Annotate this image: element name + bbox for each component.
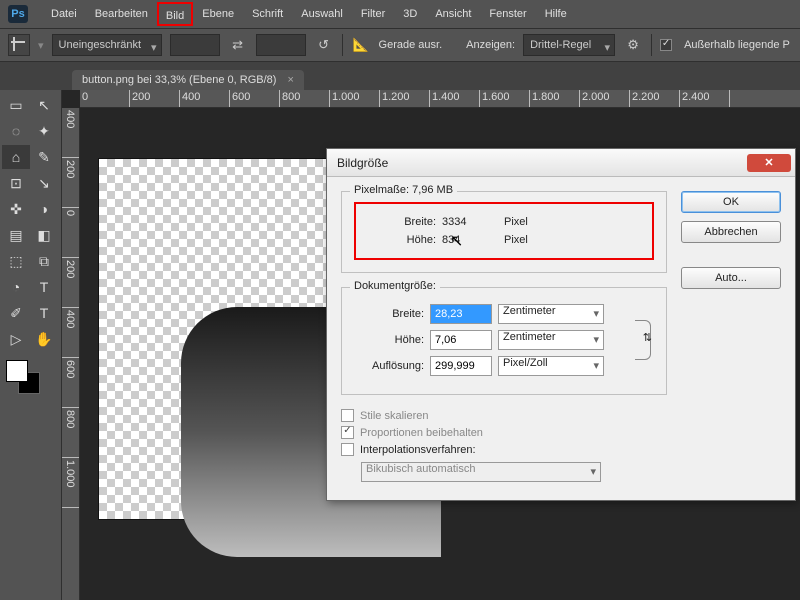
menu-ebene[interactable]: Ebene	[193, 0, 243, 28]
toolbox: ▭ ↖ ◌ ✦ ⌂ ✎ ⊡ ↘ ✜ ◑ ▤ ◧ ⬚ ⧉ ◔ T ✐ T ▷ ✋	[0, 90, 62, 600]
outside-crop-checkbox[interactable]	[660, 39, 672, 51]
clear-icon[interactable]: ↺	[314, 35, 334, 55]
constrain-row: Proportionen beibehalten	[341, 426, 667, 439]
tool-wand[interactable]: ✦	[30, 119, 58, 143]
doc-height-unit-dropdown[interactable]: Zentimeter	[498, 330, 604, 350]
view-label: Anzeigen:	[466, 39, 515, 51]
doc-res-unit-dropdown[interactable]: Pixel/Zoll	[498, 356, 604, 376]
menu-hilfe[interactable]: Hilfe	[536, 0, 576, 28]
document-tab[interactable]: button.png bei 33,3% (Ebene 0, RGB/8) ×	[72, 70, 304, 90]
link-icon[interactable]	[635, 320, 651, 360]
document-size-group: Dokumentgröße: Breite: Zentimeter Höhe: …	[341, 287, 667, 395]
px-height-label: Höhe:	[366, 234, 436, 246]
straighten-label: Gerade ausr.	[379, 39, 443, 51]
tool-stamp[interactable]: ✜	[2, 197, 30, 221]
options-bar: ▾ Uneingeschränkt ⇄ ↺ 📐 Gerade ausr. Anz…	[0, 28, 800, 62]
dialog-titlebar[interactable]: Bildgröße ✕	[327, 149, 795, 177]
menu-bild[interactable]: Bild	[157, 2, 193, 26]
menu-auswahl[interactable]: Auswahl	[292, 0, 352, 28]
scale-styles-row: Stile skalieren	[341, 409, 667, 422]
menu-3d[interactable]: 3D	[394, 0, 426, 28]
tool-path[interactable]: ✐	[2, 301, 30, 325]
menu-bearbeiten[interactable]: Bearbeiten	[86, 0, 157, 28]
tool-shape[interactable]: T	[30, 301, 58, 325]
px-height-unit: Pixel	[504, 234, 554, 246]
doc-height-label: Höhe:	[354, 334, 424, 346]
tool-brush[interactable]: ↘	[30, 171, 58, 195]
interpolation-method-dropdown: Bikubisch automatisch	[361, 462, 601, 482]
tool-hand[interactable]: ▷	[2, 327, 30, 351]
menu-fenster[interactable]: Fenster	[480, 0, 535, 28]
px-width-value: 3334	[442, 216, 498, 228]
horizontal-ruler: 02004006008001.0001.2001.4001.6001.8002.…	[80, 90, 800, 108]
tool-pen[interactable]: ◔	[2, 275, 30, 299]
ok-button[interactable]: OK	[681, 191, 781, 213]
menu-schrift[interactable]: Schrift	[243, 0, 292, 28]
close-button[interactable]: ✕	[747, 154, 791, 172]
cancel-button[interactable]: Abbrechen	[681, 221, 781, 243]
ratio-dropdown[interactable]: Uneingeschränkt	[52, 34, 162, 56]
tool-blur[interactable]: ⬚	[2, 249, 30, 273]
tool-eraser[interactable]: ▤	[2, 223, 30, 247]
document-tab-title: button.png bei 33,3% (Ebene 0, RGB/8)	[82, 74, 276, 86]
image-size-dialog: Bildgröße ✕ Pixelmaße: 7,96 MB Breite: 3…	[326, 148, 796, 501]
view-dropdown[interactable]: Drittel-Regel	[523, 34, 615, 56]
gear-icon[interactable]: ⚙	[623, 35, 643, 55]
doc-height-input[interactable]	[430, 330, 492, 350]
tool-arrow[interactable]: ↖	[30, 93, 58, 117]
doc-width-label: Breite:	[354, 308, 424, 320]
straighten-icon[interactable]: 📐	[351, 35, 371, 55]
tool-crop[interactable]: ⌂	[2, 145, 30, 169]
color-swatches[interactable]	[6, 360, 40, 394]
app-logo: Ps	[8, 5, 28, 23]
dialog-title: Bildgröße	[337, 156, 747, 170]
tool-lasso[interactable]: ◌	[2, 119, 30, 143]
doc-size-legend: Dokumentgröße:	[350, 280, 440, 292]
scale-styles-checkbox	[341, 409, 354, 422]
constrain-checkbox	[341, 426, 354, 439]
fg-color[interactable]	[6, 360, 28, 382]
tool-healing[interactable]: ⊡	[2, 171, 30, 195]
menu-bar: Ps Datei Bearbeiten Bild Ebene Schrift A…	[0, 0, 800, 28]
swap-icon[interactable]: ⇄	[228, 35, 248, 55]
auto-button[interactable]: Auto...	[681, 267, 781, 289]
interpolation-checkbox[interactable]	[341, 443, 354, 456]
outside-crop-label: Außerhalb liegende P	[684, 39, 790, 51]
tool-eyedropper[interactable]: ✎	[30, 145, 58, 169]
close-tab-icon[interactable]: ×	[288, 74, 294, 86]
pixel-size-highlight: Breite: 3334 Pixel Höhe: 834 Pixel	[354, 202, 654, 260]
tool-history[interactable]: ◑	[30, 197, 58, 221]
pixel-size-group: Pixelmaße: 7,96 MB Breite: 3334 Pixel Hö…	[341, 191, 667, 273]
px-height-value: 834	[442, 234, 498, 246]
doc-width-input[interactable]	[430, 304, 492, 324]
crop-width-input[interactable]	[170, 34, 220, 56]
menu-ansicht[interactable]: Ansicht	[426, 0, 480, 28]
px-width-unit: Pixel	[504, 216, 554, 228]
menu-filter[interactable]: Filter	[352, 0, 394, 28]
doc-res-label: Auflösung:	[354, 360, 424, 372]
tool-dodge[interactable]: ⧉	[30, 249, 58, 273]
vertical-ruler: 40020002004006008001.000	[62, 108, 80, 600]
document-tab-bar: button.png bei 33,3% (Ebene 0, RGB/8) ×	[0, 62, 800, 90]
crop-height-input[interactable]	[256, 34, 306, 56]
tool-move[interactable]: ▭	[2, 93, 30, 117]
tool-type[interactable]: T	[30, 275, 58, 299]
tool-gradient[interactable]: ◧	[30, 223, 58, 247]
doc-res-input[interactable]	[430, 356, 492, 376]
menu-datei[interactable]: Datei	[42, 0, 86, 28]
px-width-label: Breite:	[366, 216, 436, 228]
tool-zoom[interactable]: ✋	[30, 327, 58, 351]
pixel-size-legend: Pixelmaße: 7,96 MB	[350, 184, 457, 196]
interpolation-row[interactable]: Interpolationsverfahren:	[341, 443, 667, 456]
doc-width-unit-dropdown[interactable]: Zentimeter	[498, 304, 604, 324]
crop-tool-icon	[8, 34, 30, 56]
